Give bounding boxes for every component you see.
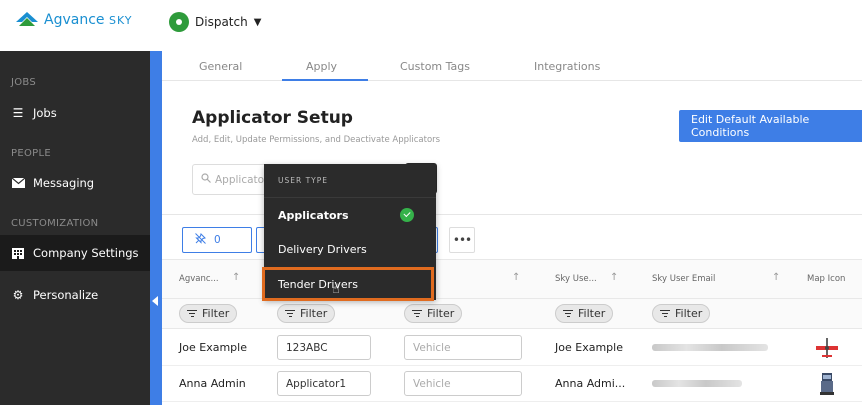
filter-button[interactable]: Filter <box>179 304 238 323</box>
sidebar-header-jobs: JOBS <box>11 77 37 88</box>
tab-apply[interactable]: Apply <box>306 60 337 73</box>
column-sky-user-email[interactable]: Sky User Email <box>652 274 715 284</box>
filter-button[interactable]: Filter <box>652 304 711 323</box>
check-circle-icon <box>400 208 414 222</box>
edit-default-conditions-button[interactable]: Edit Default Available Conditions <box>679 110 862 142</box>
sort-arrow-icon[interactable]: ↑ <box>232 272 240 283</box>
dropdown-option-delivery-drivers[interactable]: Delivery Drivers <box>264 232 436 266</box>
vehicle-input[interactable]: Vehicle <box>404 371 522 396</box>
sidebar-header-customization: CUSTOMIZATION <box>11 218 99 229</box>
filter-button[interactable]: Filter <box>277 304 336 323</box>
applicator-name: Anna Admin <box>179 377 246 390</box>
redacted-email <box>652 344 768 351</box>
dropdown-option-applicators[interactable]: Applicators <box>264 198 436 232</box>
filter-icon <box>285 310 295 317</box>
applicator-name: Joe Example <box>179 341 247 354</box>
pin-off-icon <box>195 233 206 247</box>
redacted-email <box>652 380 742 387</box>
truck-map-icon[interactable] <box>817 372 837 400</box>
agvance-logo[interactable]: Agvance SKY <box>16 12 133 28</box>
top-bar: Agvance SKY Dispatch ▼ <box>0 0 862 51</box>
caret-down-icon: ▼ <box>253 16 262 28</box>
tab-general[interactable]: General <box>199 60 242 73</box>
vehicle-input[interactable]: Vehicle <box>404 335 522 360</box>
pinned-count-button[interactable]: 0 <box>182 227 252 253</box>
airplane-map-icon[interactable] <box>815 337 839 363</box>
sort-arrow-icon[interactable]: ↑ <box>772 272 780 283</box>
sidebar-collapse-strip[interactable] <box>150 51 162 405</box>
hover-highlight <box>262 267 434 301</box>
pinned-count: 0 <box>214 234 221 246</box>
tab-integrations[interactable]: Integrations <box>534 60 600 73</box>
filter-row: Filter Filter Filter Filter Filter <box>162 299 862 329</box>
dropdown-header: USER TYPE <box>278 176 329 185</box>
search-placeholder: Applicato <box>215 173 265 186</box>
filter-icon <box>412 310 422 317</box>
column-agvance[interactable]: Agvanc... <box>179 274 219 284</box>
filter-icon <box>187 310 197 317</box>
page-title: Applicator Setup <box>192 108 353 128</box>
hand-cursor-icon: ☝ <box>332 282 340 297</box>
envelope-icon <box>11 176 25 190</box>
list-icon: ☰ <box>12 106 24 120</box>
table-row[interactable]: Anna Admin Applicator1 Vehicle Anna Admi… <box>162 366 862 402</box>
filter-button[interactable]: Filter <box>555 304 614 323</box>
sidebar-item-personalize[interactable]: ⚙ Personalize <box>0 277 150 313</box>
applicator-code-input[interactable]: Applicator1 <box>277 371 371 396</box>
agvance-logo-icon <box>16 12 38 26</box>
active-tab-indicator <box>282 79 368 81</box>
sort-arrow-icon[interactable]: ↑ <box>512 272 520 283</box>
filter-button[interactable]: Filter <box>404 304 463 323</box>
applicator-code-input[interactable]: 123ABC <box>277 335 371 360</box>
sidebar-item-messaging[interactable]: Messaging <box>0 165 150 201</box>
tab-bar: General Apply Custom Tags Integrations <box>162 51 862 81</box>
filter-icon <box>660 310 670 317</box>
brand-suffix: SKY <box>108 14 133 27</box>
sky-user-name: Joe Example <box>555 341 623 354</box>
search-icon <box>201 173 211 186</box>
sky-user-name: Anna Admi... <box>555 377 626 390</box>
brand-name: Agvance <box>44 12 105 28</box>
building-icon <box>11 246 25 260</box>
column-map-icon[interactable]: Map Icon <box>807 274 845 284</box>
gear-icon: ⚙ <box>12 288 24 302</box>
sidebar-item-company-settings[interactable]: Company Settings <box>0 235 150 271</box>
sidebar: JOBS ☰ Jobs PEOPLE Messaging CUSTOMIZATI… <box>0 51 150 405</box>
tab-custom-tags[interactable]: Custom Tags <box>400 60 470 73</box>
sort-arrow-icon[interactable]: ↑ <box>610 272 618 283</box>
sidebar-item-jobs[interactable]: ☰ Jobs <box>0 95 150 131</box>
location-pin-icon <box>169 12 189 32</box>
collapse-arrow-icon[interactable] <box>152 296 158 306</box>
more-options-icon[interactable]: ••• <box>449 227 475 253</box>
table-row[interactable]: Joe Example 123ABC Vehicle Joe Example <box>162 330 862 366</box>
module-label: Dispatch <box>195 15 248 29</box>
page-subtitle: Add, Edit, Update Permissions, and Deact… <box>192 135 441 145</box>
column-sky-user[interactable]: Sky Use... <box>555 274 597 284</box>
module-selector[interactable]: Dispatch ▼ <box>169 12 261 32</box>
sidebar-header-people: PEOPLE <box>11 148 51 159</box>
filter-icon <box>563 310 573 317</box>
